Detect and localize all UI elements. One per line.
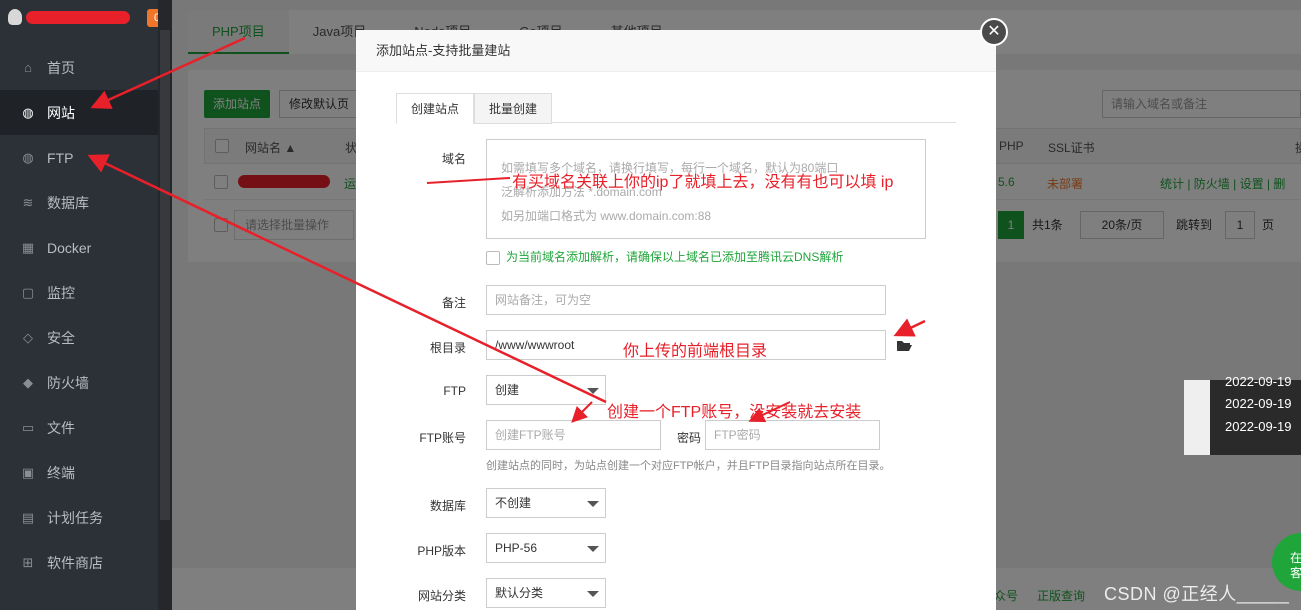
arrow-to-domain [426,177,511,184]
annotation-arrows [87,36,926,423]
annotation-root-dir: 你上传的前端根目录 [623,343,768,360]
annotation-domain: 有买域名关联上你的ip了就填上去，没有有也可以填 ip [512,174,894,191]
arrow-to-website-menu [90,36,246,109]
annotation-ftp: 创建一个FTP账号，没安装就去安装 [607,404,862,421]
arrow-to-ftp-account [571,401,593,423]
watermark: CSDN @正经人_____ [1104,584,1290,604]
arrow-to-ftp-menu [87,154,607,404]
arrow-to-folder [893,318,926,337]
